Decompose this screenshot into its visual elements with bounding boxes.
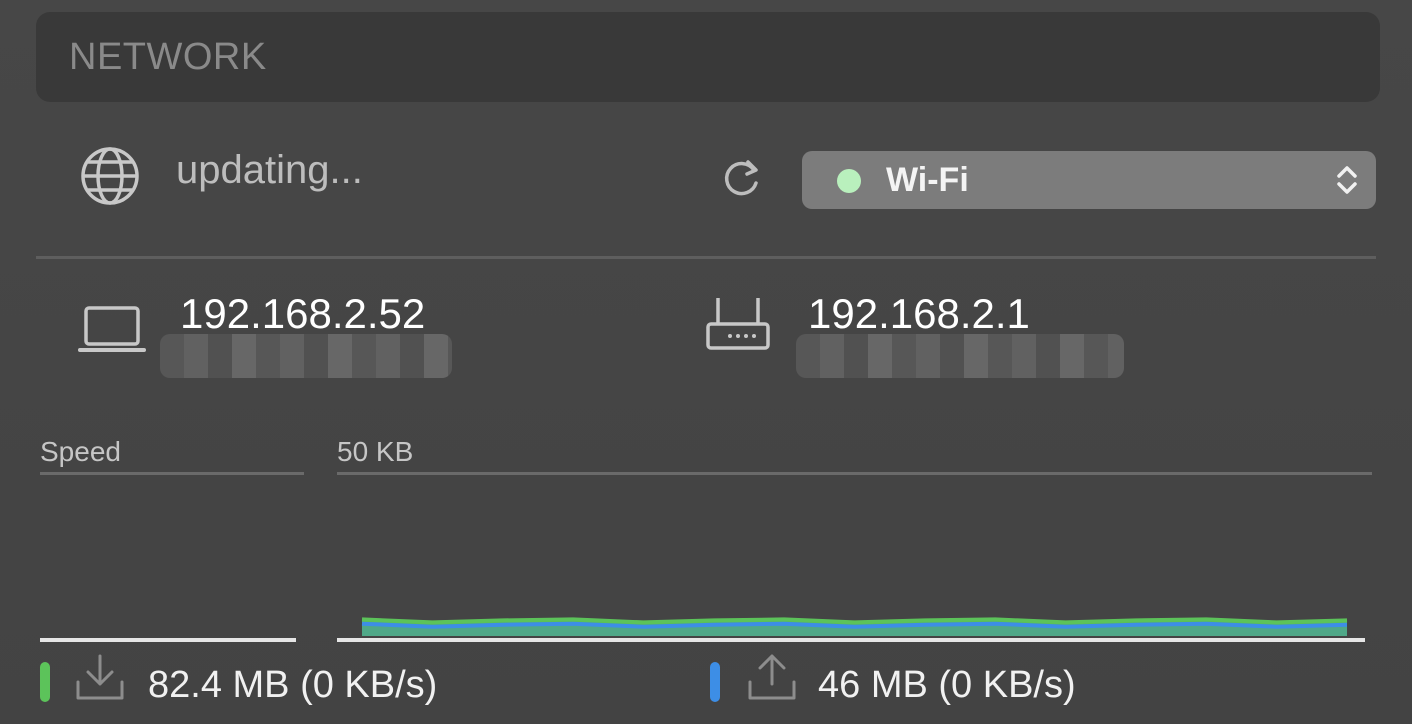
redacted-info bbox=[160, 334, 452, 378]
network-panel: NETWORK updating... Wi-Fi 192.168.2.52 1… bbox=[0, 0, 1412, 724]
speed-label: Speed bbox=[40, 436, 121, 467]
globe-icon bbox=[78, 144, 142, 208]
scale-max-label: 50 KB bbox=[337, 436, 414, 467]
laptop-icon bbox=[78, 304, 146, 356]
upload-icon bbox=[744, 652, 800, 704]
status-dot bbox=[837, 169, 861, 193]
divider bbox=[36, 256, 1376, 259]
local-ip: 192.168.2.52 bbox=[180, 290, 426, 337]
interface-select[interactable]: Wi-Fi bbox=[802, 151, 1376, 209]
redacted-info bbox=[796, 334, 1124, 378]
refresh-icon[interactable] bbox=[720, 156, 764, 200]
speed-chart bbox=[361, 617, 1348, 636]
chevron-updown-icon bbox=[1334, 163, 1360, 202]
interface-label: Wi-Fi bbox=[886, 161, 969, 199]
section-header: NETWORK bbox=[36, 12, 1380, 102]
router-icon bbox=[704, 294, 772, 354]
upload-color-indicator bbox=[710, 662, 720, 702]
left-baseline bbox=[40, 638, 296, 642]
upload-total: 46 MB (0 KB/s) bbox=[818, 664, 1076, 706]
router-ip: 192.168.2.1 bbox=[808, 290, 1030, 337]
download-color-indicator bbox=[40, 662, 50, 702]
section-title: NETWORK bbox=[69, 36, 267, 78]
download-total: 82.4 MB (0 KB/s) bbox=[148, 664, 438, 706]
download-icon bbox=[72, 652, 128, 704]
scale-rule bbox=[337, 472, 1372, 475]
status-text: updating... bbox=[176, 148, 363, 192]
chart-baseline bbox=[337, 638, 1365, 642]
speed-label-rule bbox=[40, 472, 304, 475]
